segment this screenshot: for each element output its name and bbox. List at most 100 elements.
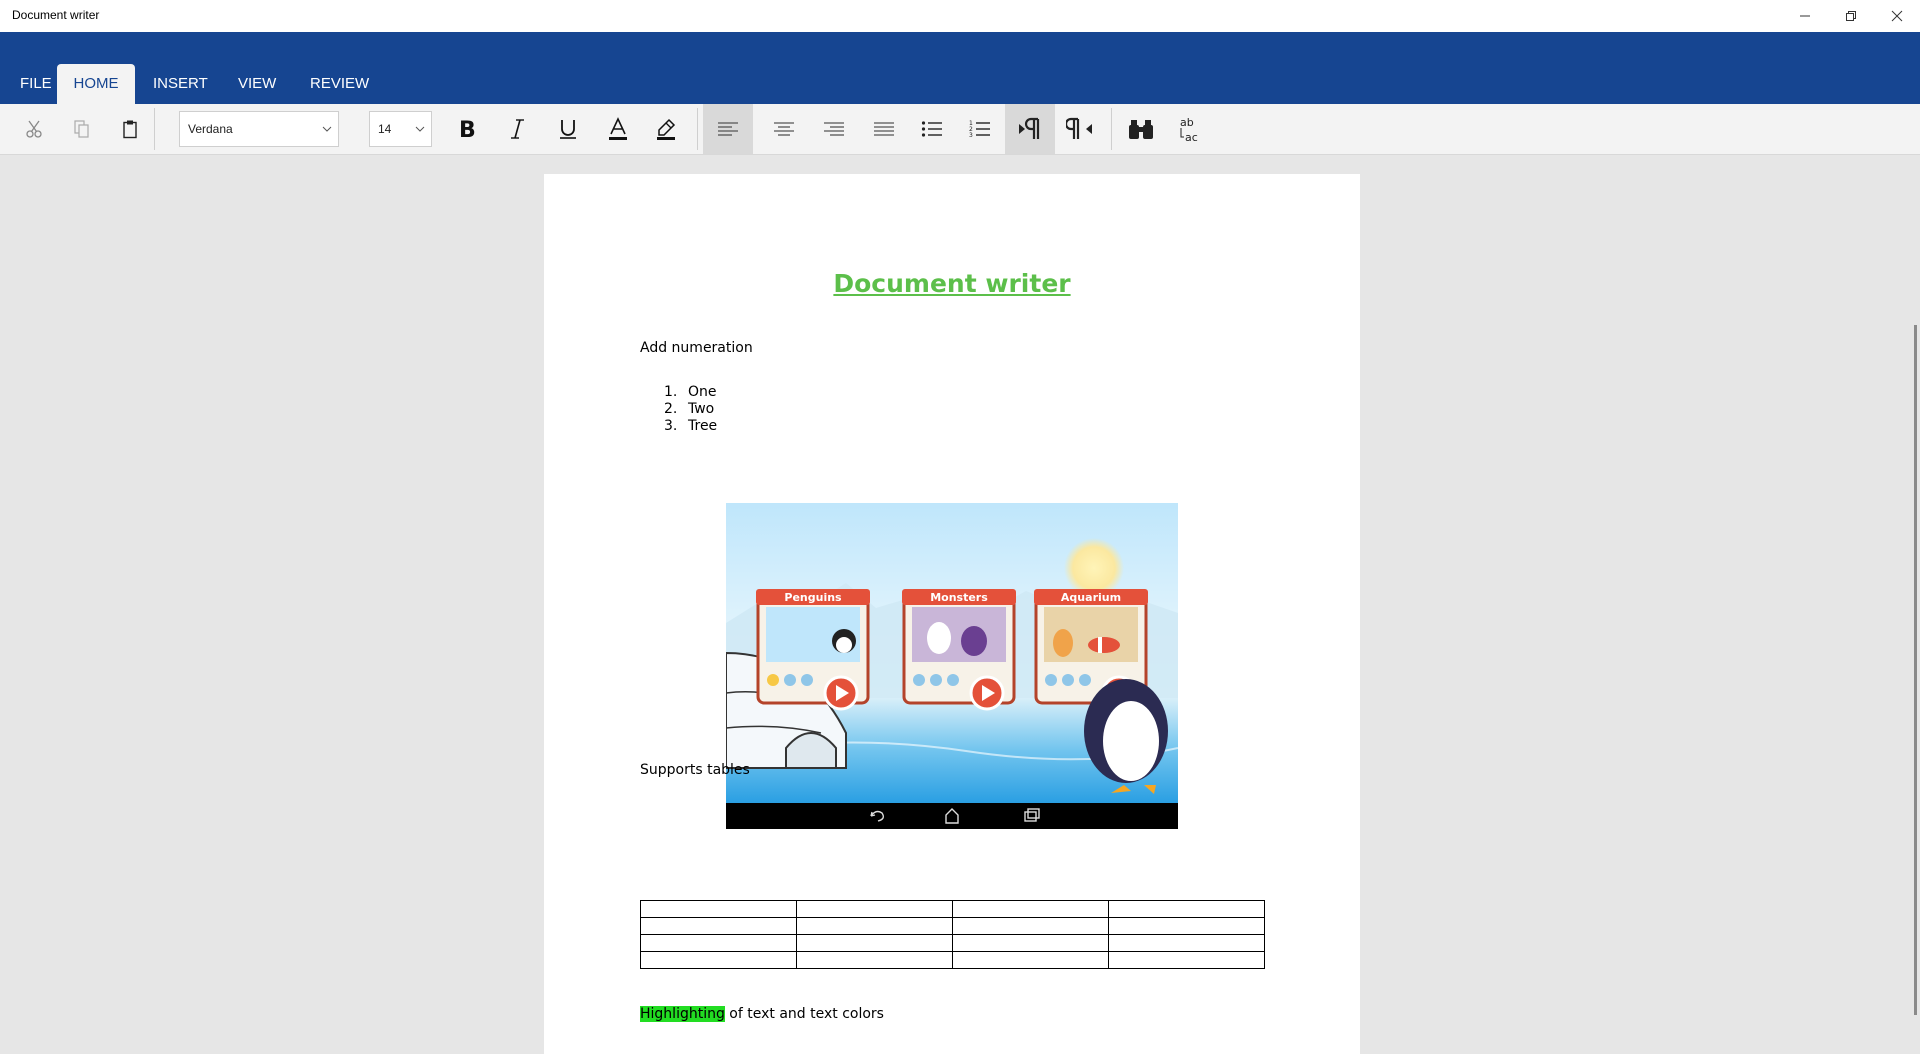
title-bar: Document writer (0, 0, 1920, 32)
italic-button[interactable] (501, 104, 535, 154)
svg-text:3: 3 (969, 132, 973, 139)
restore-button[interactable] (1828, 0, 1874, 32)
svg-text:ac: ac (1185, 131, 1198, 144)
list-text: One (688, 384, 717, 400)
toolbar-separator (1111, 108, 1112, 150)
bullet-list-button[interactable] (908, 104, 956, 154)
list-item: 2. Two (664, 401, 717, 418)
paragraph-text: of text and text colors (724, 1006, 884, 1022)
copy-icon (74, 120, 89, 138)
ribbon-tab-bar: FILE HOME INSERT VIEW REVIEW (0, 32, 1920, 104)
bullet-list-icon (921, 121, 942, 137)
vertical-scrollbar[interactable] (1914, 325, 1917, 1015)
card-label: Aquarium (1061, 591, 1121, 604)
align-right-button[interactable] (810, 104, 858, 154)
table-cell[interactable] (640, 934, 797, 952)
clipboard-icon (123, 120, 137, 139)
table-cell[interactable] (1108, 900, 1265, 918)
align-right-icon (824, 122, 844, 136)
numeration-heading: Add numeration (640, 340, 753, 356)
align-center-button[interactable] (760, 104, 808, 154)
underline-button[interactable] (551, 104, 585, 154)
highlight-button[interactable] (649, 104, 683, 154)
level-card-monsters (902, 589, 1016, 711)
list-number: 3. (664, 418, 678, 434)
minimize-icon (1800, 15, 1810, 17)
close-button[interactable] (1874, 0, 1920, 32)
table-cell[interactable] (952, 917, 1109, 935)
table-cell[interactable] (640, 951, 797, 969)
align-left-button[interactable] (703, 104, 753, 154)
font-color-icon (609, 117, 627, 140)
list-item: 1. One (664, 384, 717, 401)
card-label: Monsters (930, 591, 988, 604)
cut-button[interactable] (18, 104, 50, 154)
svg-text:ab: ab (1180, 116, 1194, 129)
font-family-value: Verdana (188, 122, 233, 136)
table-row (640, 951, 1265, 969)
align-left-icon (718, 122, 738, 136)
minimize-button[interactable] (1782, 0, 1828, 32)
paste-button[interactable] (114, 104, 146, 154)
find-button[interactable] (1118, 104, 1164, 154)
chevron-down-icon (415, 126, 425, 132)
table-cell[interactable] (796, 900, 953, 918)
table-cell[interactable] (1108, 917, 1265, 935)
toolbar-separator (697, 108, 698, 150)
justify-icon (874, 122, 894, 136)
justify-button[interactable] (860, 104, 908, 154)
table-row (640, 934, 1265, 952)
document-title: Document writer (833, 269, 1071, 298)
font-color-button[interactable] (601, 104, 635, 154)
tab-view[interactable]: VIEW (226, 64, 288, 104)
card-label: Penguins (784, 591, 842, 604)
highlight-paragraph: Highlighting of text and text colors (640, 1006, 884, 1022)
list-number: 1. (664, 384, 678, 400)
table-cell[interactable] (796, 917, 953, 935)
tab-home[interactable]: HOME (57, 64, 135, 104)
italic-icon (511, 119, 524, 139)
binoculars-icon (1129, 120, 1153, 139)
highlighted-text: Highlighting (640, 1006, 725, 1022)
left-to-right-button[interactable] (1005, 104, 1055, 154)
tables-heading: Supports tables (640, 762, 750, 778)
table-cell[interactable] (640, 900, 797, 918)
document-page[interactable]: Document writer Add numeration 1. One 2. T… (544, 174, 1360, 1054)
bold-icon: B (459, 118, 476, 141)
bold-button[interactable]: B (450, 104, 484, 154)
chevron-down-icon (322, 126, 332, 132)
list-number: 2. (664, 401, 678, 417)
numbered-list-icon: 123 (969, 120, 990, 139)
table-cell[interactable] (952, 934, 1109, 952)
underline-icon (560, 120, 576, 139)
embedded-image[interactable]: Penguins Monsters Aquarium (726, 503, 1178, 829)
right-to-left-button[interactable] (1056, 104, 1104, 154)
table-cell[interactable] (1108, 951, 1265, 969)
table-row (640, 917, 1265, 935)
table-cell[interactable] (796, 934, 953, 952)
copy-button[interactable] (66, 104, 98, 154)
svg-text:B: B (459, 118, 476, 141)
level-card-penguins (756, 589, 870, 711)
game-screenshot-image: Penguins Monsters Aquarium (726, 503, 1178, 829)
paragraph-ltr-icon (1019, 117, 1040, 139)
tab-file[interactable]: FILE (8, 64, 64, 104)
table-cell[interactable] (796, 951, 953, 969)
table-cell[interactable] (952, 900, 1109, 918)
document-workspace[interactable]: Document writer Add numeration 1. One 2. T… (0, 155, 1920, 1054)
document-table[interactable] (640, 900, 1265, 969)
table-cell[interactable] (952, 951, 1109, 969)
scissors-icon (26, 120, 42, 138)
font-family-select[interactable]: Verdana (179, 111, 339, 147)
align-center-icon (774, 122, 794, 136)
table-cell[interactable] (640, 917, 797, 935)
list-text: Tree (688, 418, 718, 434)
numbered-list-button[interactable]: 123 (956, 104, 1004, 154)
replace-button[interactable]: ab ac (1166, 104, 1214, 154)
tab-insert[interactable]: INSERT (141, 64, 220, 104)
font-size-select[interactable]: 14 (369, 111, 432, 147)
table-cell[interactable] (1108, 934, 1265, 952)
window-title: Document writer (12, 8, 100, 22)
toolbar-separator (154, 108, 155, 150)
tab-review[interactable]: REVIEW (298, 64, 381, 104)
